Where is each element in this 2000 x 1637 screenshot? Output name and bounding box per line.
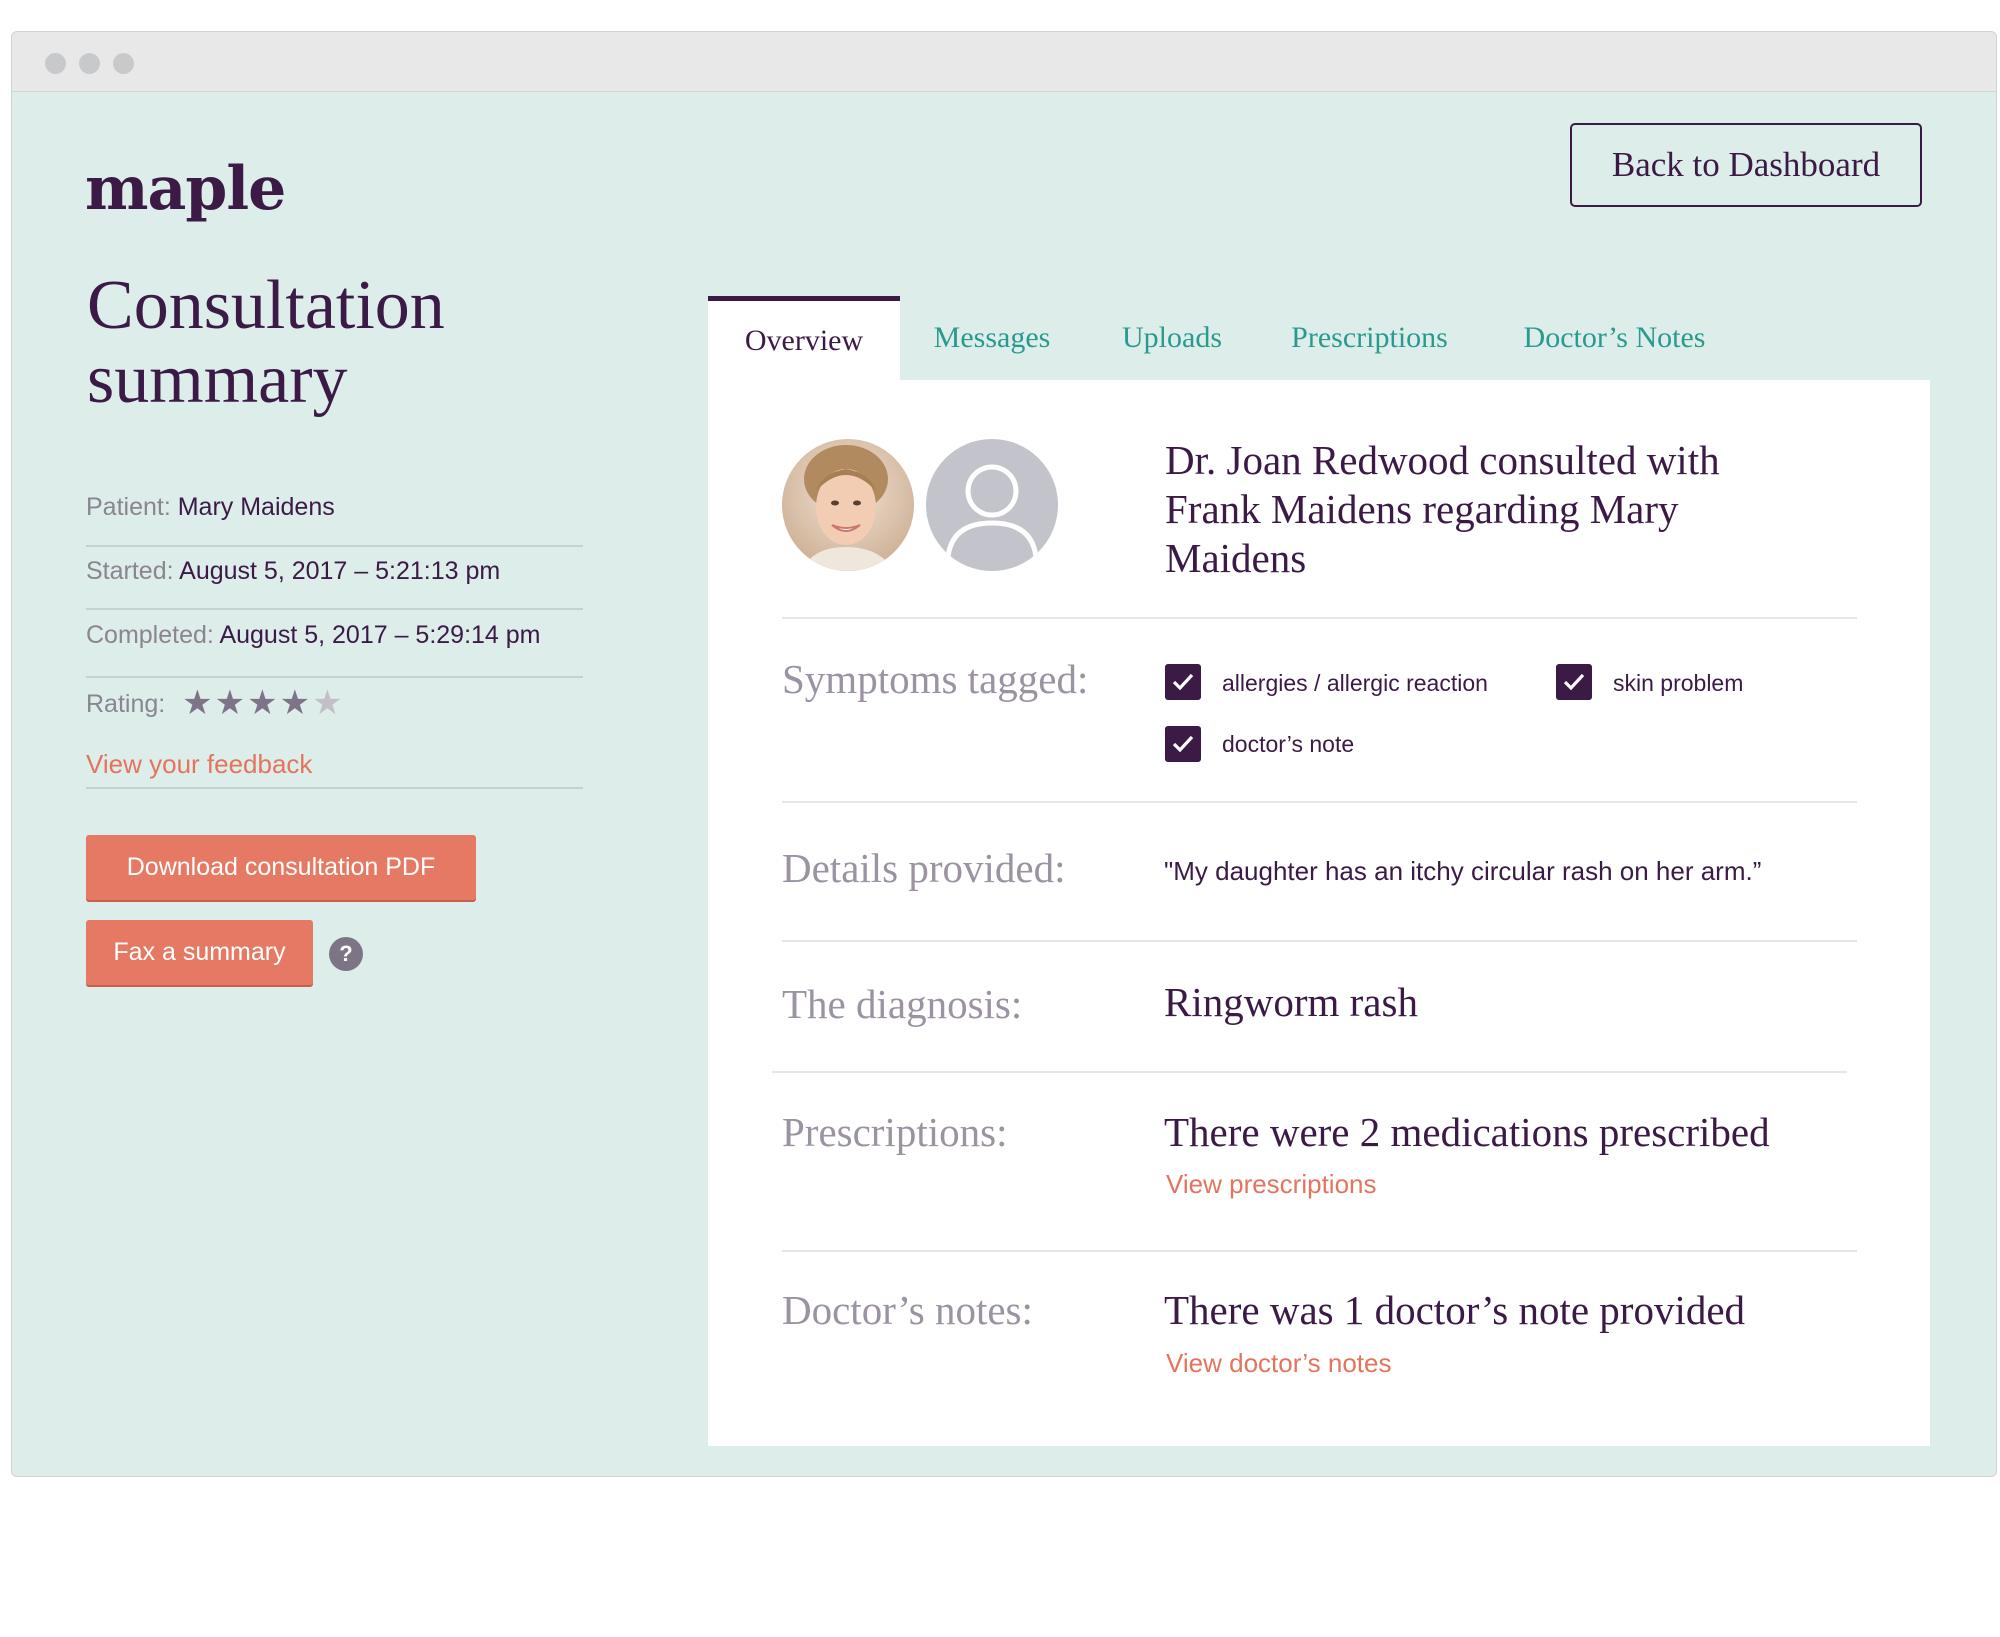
diagnosis-value: Ringworm rash [1164,979,1418,1025]
started-value: August 5, 2017 – 5:21:13 pm [179,557,501,585]
star-icon: ★ [182,684,215,722]
divider [782,617,1857,619]
divider [86,608,583,610]
star-icon: ★ [312,684,345,722]
view-feedback-link[interactable]: View your feedback [86,749,312,780]
doctor-avatar [782,439,914,571]
diagnosis-label: The diagnosis: [782,981,1023,1027]
patient-label: Patient: [86,493,171,521]
details-label: Details provided: [782,845,1066,891]
user-avatar [926,439,1058,571]
completed-row: Completed: August 5, 2017 – 5:29:14 pm [86,621,583,650]
divider [782,801,1857,803]
doctors-notes-label: Doctor’s notes: [782,1287,1033,1333]
star-icon: ★ [247,684,280,722]
window-minimize-dot[interactable] [79,53,100,74]
consultation-summary-text: Dr. Joan Redwood consulted with Frank Ma… [1165,437,1720,581]
overview-panel: Dr. Joan Redwood consulted with Frank Ma… [708,380,1930,1446]
window-close-dot[interactable] [45,53,66,74]
symptom-checkbox[interactable] [1556,664,1592,700]
tab-messages[interactable]: Messages [912,296,1072,380]
view-prescriptions-link[interactable]: View prescriptions [1166,1169,1377,1200]
divider [86,545,583,547]
prescriptions-value: There were 2 medications prescribed [1164,1109,1770,1155]
prescriptions-label: Prescriptions: [782,1109,1008,1155]
divider [782,1250,1857,1252]
patient-value: Mary Maidens [177,493,335,521]
symptom-label: allergies / allergic reaction [1222,670,1488,696]
details-value: "My daughter has an itchy circular rash … [1164,856,1762,886]
symptom-checkbox[interactable] [1165,726,1201,762]
symptom-label: doctor’s note [1222,731,1355,757]
fax-summary-button[interactable]: Fax a summary [86,920,313,985]
star-icon: ★ [279,684,313,722]
tab-doctors-notes[interactable]: Doctor’s Notes [1502,296,1727,380]
download-pdf-button[interactable]: Download consultation PDF [86,835,476,900]
star-icon: ★ [214,684,248,722]
divider [86,787,583,789]
rating-row: Rating: ★★★★★ [86,683,583,723]
maple-logo[interactable]: maple [85,154,286,224]
symptom-label: skin problem [1613,670,1744,696]
help-icon[interactable]: ? [329,937,363,971]
divider [772,1071,1847,1073]
divider [782,940,1857,942]
tab-prescriptions[interactable]: Prescriptions [1272,296,1467,380]
view-doctors-notes-link[interactable]: View doctor’s notes [1166,1348,1391,1379]
divider [86,676,583,678]
tab-uploads[interactable]: Uploads [1102,296,1242,380]
doctors-notes-value: There was 1 doctor’s note provided [1164,1287,1746,1333]
title-bar [12,32,1996,92]
started-row: Started: August 5, 2017 – 5:21:13 pm [86,557,583,586]
page-title: Consultation summary [87,267,445,418]
symptom-checkbox[interactable] [1165,664,1201,700]
doctor-photo-icon [782,439,914,571]
rating-label: Rating: [86,690,166,718]
started-label: Started: [86,557,174,585]
checkmark-icon [1563,673,1585,691]
patient-row: Patient: Mary Maidens [86,493,583,522]
browser-window: maple Back to Dashboard Consultation sum… [11,31,1997,1477]
window-zoom-dot[interactable] [113,53,134,74]
rating-stars: ★★★★★ [182,683,344,723]
user-placeholder-icon [926,439,1058,571]
checkmark-icon [1172,673,1194,691]
back-to-dashboard-button[interactable]: Back to Dashboard [1570,123,1922,207]
completed-value: August 5, 2017 – 5:29:14 pm [219,621,541,649]
checkmark-icon [1172,735,1194,753]
symptoms-label: Symptoms tagged: [782,656,1089,702]
completed-label: Completed: [86,621,214,649]
tab-overview[interactable]: Overview [708,296,900,380]
